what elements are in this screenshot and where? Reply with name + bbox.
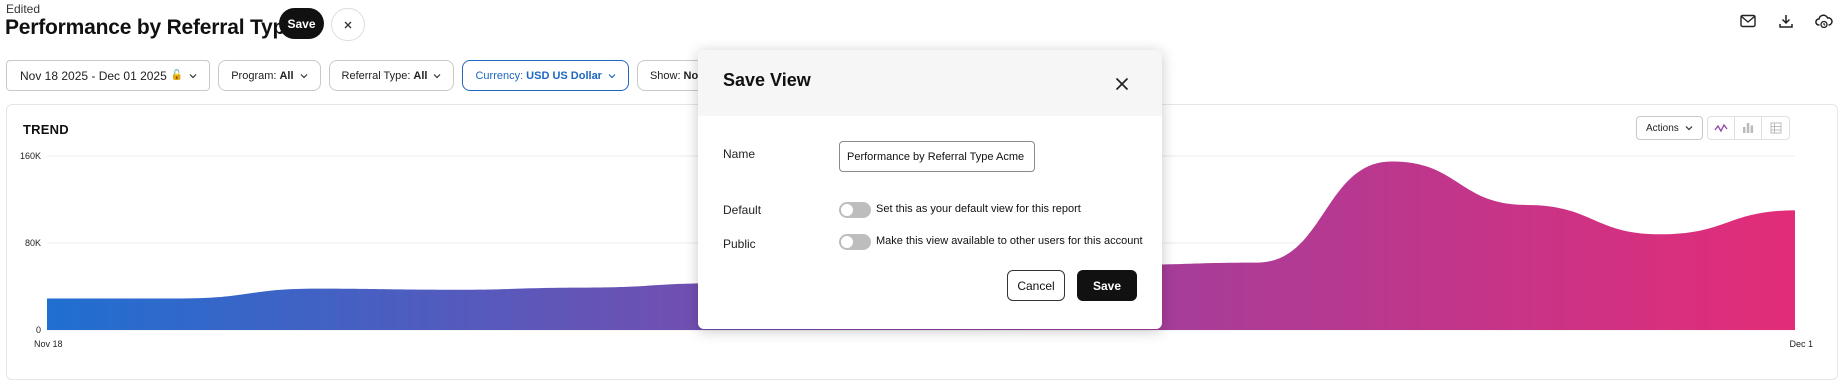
close-icon (344, 21, 352, 28)
x-tick-label-start: Nov 18 (34, 339, 63, 349)
default-toggle-text: Set this as your default view for this r… (876, 203, 1081, 215)
header-save-button[interactable]: Save (279, 8, 324, 39)
chevron-down-icon (189, 73, 197, 78)
y-tick-label: 80K (25, 238, 41, 248)
save-view-dialog: Save View Name Default Set this as your … (698, 50, 1162, 329)
default-toggle[interactable] (839, 202, 871, 218)
chevron-down-icon (300, 73, 307, 78)
y-tick-label: 160K (20, 151, 41, 161)
data-point-nov-18 (46, 298, 47, 299)
default-label: Default (723, 203, 762, 217)
page-title: Performance by Referral Type (5, 16, 297, 39)
referral-type-filter-value: All (413, 69, 428, 82)
data-point-nov-28 (1391, 161, 1392, 162)
program-filter-label: Program: (231, 69, 277, 82)
public-label: Public (723, 237, 756, 251)
filter-bar: Nov 18 2025 - Dec 01 2025 🔓 Program: All… (6, 60, 781, 93)
currency-filter-label: Currency: (475, 69, 524, 82)
program-filter[interactable]: Program: All (218, 60, 321, 91)
data-point-dec-1 (1794, 210, 1795, 211)
public-toggle-text: Make this view available to other users … (876, 235, 1143, 247)
view-name-input[interactable] (839, 141, 1035, 172)
lock-icon: 🔓 (170, 70, 184, 81)
edited-status: Edited (6, 2, 41, 16)
email-icon[interactable] (1737, 10, 1759, 32)
data-point-nov-22 (584, 287, 585, 288)
cloud-schedule-icon[interactable] (1813, 10, 1835, 32)
data-point-nov-20 (315, 288, 316, 289)
dialog-header: Save View (698, 50, 1162, 116)
currency-filter[interactable]: Currency: USD US Dollar (462, 60, 629, 91)
y-tick-label: 0 (36, 325, 41, 335)
data-point-nov-30 (1660, 234, 1661, 235)
download-icon[interactable] (1775, 10, 1797, 32)
top-actions (1737, 10, 1835, 32)
program-filter-value: All (279, 69, 294, 82)
date-range-picker[interactable]: Nov 18 2025 - Dec 01 2025 🔓 (6, 60, 211, 91)
header-discard-button[interactable] (331, 8, 365, 41)
close-icon (1115, 77, 1129, 91)
date-range-value: Nov 18 2025 - Dec 01 2025 (20, 68, 167, 83)
chevron-down-icon (434, 73, 441, 78)
currency-filter-value: USD US Dollar (526, 69, 602, 82)
chevron-down-icon (608, 73, 616, 78)
referral-type-filter-label: Referral Type: (341, 69, 411, 82)
save-button[interactable]: Save (1077, 270, 1137, 301)
data-point-nov-27 (1257, 262, 1258, 263)
dialog-close-button[interactable] (1112, 74, 1132, 94)
name-label: Name (723, 147, 756, 161)
show-filter-label: Show: (649, 69, 681, 82)
data-point-nov-29 (1525, 204, 1526, 205)
x-tick-label-end: Dec 1 (1789, 339, 1813, 349)
dialog-title: Save View (723, 70, 811, 90)
data-point-nov-21 (450, 289, 451, 290)
public-toggle[interactable] (839, 234, 871, 250)
data-point-nov-19 (181, 298, 182, 299)
cancel-button[interactable]: Cancel (1007, 270, 1065, 301)
referral-type-filter[interactable]: Referral Type: All (328, 60, 455, 91)
